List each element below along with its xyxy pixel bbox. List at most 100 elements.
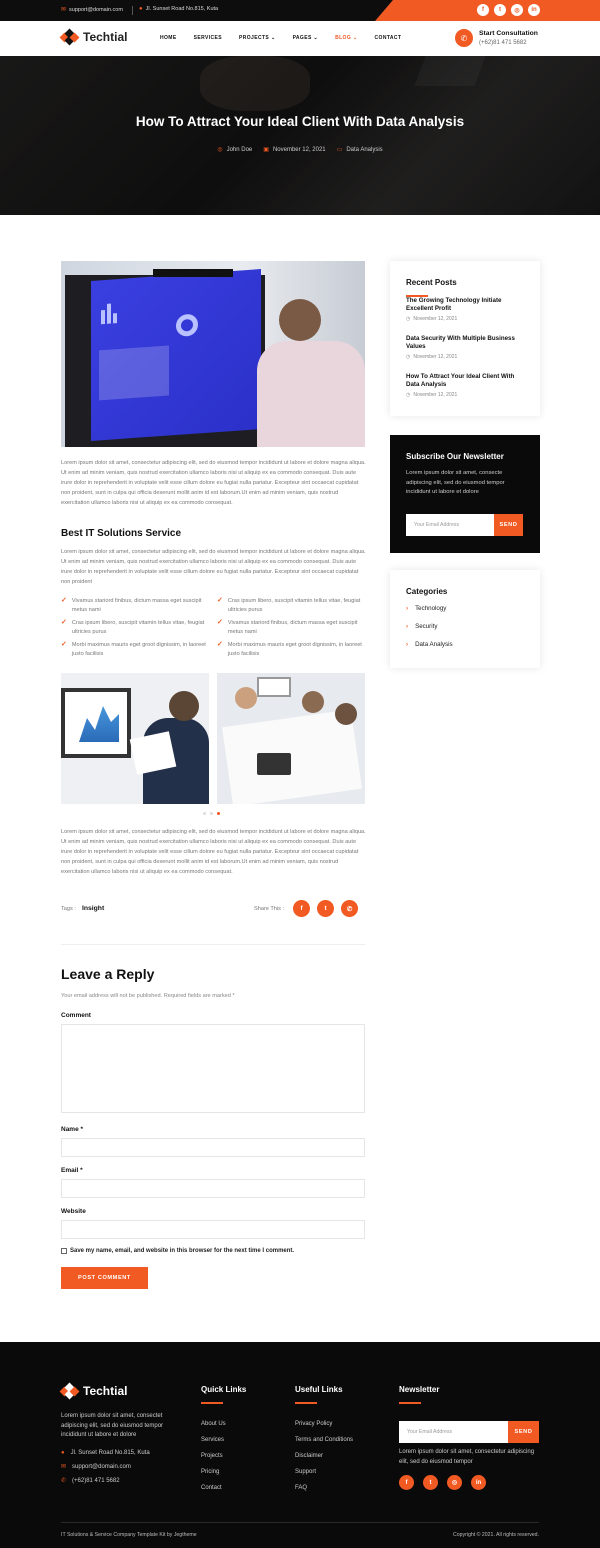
- footer-email[interactable]: ✉ support@domain.com: [61, 1463, 150, 1471]
- check-text: Cras ipsum libero, suscipit vitamin tell…: [227, 598, 361, 613]
- comment-textarea[interactable]: [61, 1024, 365, 1113]
- facebook-icon[interactable]: f: [477, 4, 489, 16]
- carousel-dot[interactable]: [210, 812, 213, 815]
- footer-link[interactable]: FAQ: [295, 1485, 353, 1491]
- top-bar: ✉ support@domain.com ● Jl. Sunset Road N…: [0, 0, 600, 21]
- post-comment-button[interactable]: POST COMMENT: [61, 1267, 148, 1289]
- gallery-image[interactable]: [217, 673, 365, 804]
- tag-link[interactable]: Insight: [82, 905, 104, 912]
- category-item[interactable]: › Technology: [406, 605, 453, 612]
- nav-projects[interactable]: PROJECTS ⌄: [239, 35, 276, 41]
- newsletter-email-input[interactable]: Your Email Address: [406, 514, 494, 536]
- footer-link[interactable]: Pricing: [201, 1469, 246, 1475]
- meta-category[interactable]: ▭ Data Analysis: [336, 146, 383, 154]
- footer-address: ● Jl. Sunset Road No.815, Kuta: [61, 1450, 150, 1456]
- category-item[interactable]: › Security: [406, 623, 453, 630]
- twitter-icon[interactable]: t: [423, 1475, 438, 1490]
- person-head: [279, 299, 321, 341]
- camera-bar: [153, 269, 233, 277]
- nav-blog[interactable]: BLOG ⌄: [335, 35, 357, 41]
- consultation-cta[interactable]: ✆ Start Consultation (+62)81 471 5682: [455, 29, 538, 47]
- footer-link[interactable]: Disclaimer: [295, 1453, 353, 1459]
- top-email[interactable]: ✉ support@domain.com: [61, 6, 123, 14]
- website-input[interactable]: [61, 1220, 365, 1239]
- screen-bar: [101, 309, 105, 325]
- facebook-icon[interactable]: f: [293, 900, 311, 917]
- instagram-icon[interactable]: ◎: [511, 4, 523, 16]
- share-bar: Share This : f t ✆: [254, 900, 359, 917]
- person-head: [235, 687, 257, 709]
- footer-link[interactable]: About Us: [201, 1421, 246, 1427]
- save-checkbox-label: Save my name, email, and website in this…: [70, 1248, 295, 1254]
- footer-link[interactable]: Services: [201, 1437, 246, 1443]
- whatsapp-icon[interactable]: ✆: [341, 900, 359, 917]
- user-icon: ◎: [217, 147, 223, 153]
- footer-email-input[interactable]: Your Email Address: [399, 1421, 508, 1443]
- page-hero: How To Attract Your Ideal Client With Da…: [0, 56, 600, 215]
- footer-link[interactable]: Projects: [201, 1453, 246, 1459]
- category-label: Technology: [415, 605, 447, 612]
- chevron-right-icon: ›: [406, 605, 409, 612]
- nav-contact[interactable]: CONTACT: [375, 35, 402, 41]
- nav-home[interactable]: HOME: [160, 35, 177, 41]
- article-paragraph: Lorem ipsum dolor sit amet, consectetur …: [61, 829, 366, 875]
- footer-link[interactable]: Privacy Policy: [295, 1421, 353, 1427]
- footer-phone[interactable]: ✆ (+62)81 471 5682: [61, 1477, 150, 1485]
- screen-bar: [113, 313, 117, 324]
- category-label: Security: [415, 623, 438, 630]
- footer-address-text: Jl. Sunset Road No.815, Kuta: [70, 1450, 150, 1456]
- widget-title: Categories: [406, 587, 448, 596]
- carousel-dot[interactable]: [203, 812, 206, 815]
- gallery-image[interactable]: [61, 673, 209, 804]
- recent-post[interactable]: How To Attract Your Ideal Client With Da…: [406, 373, 524, 398]
- top-email-text: support@domain.com: [69, 6, 123, 13]
- recent-post[interactable]: The Growing Technology Initiate Excellen…: [406, 297, 524, 322]
- folder-icon: ▭: [336, 147, 343, 153]
- monitor: [61, 688, 131, 758]
- newsletter-send-button[interactable]: SEND: [494, 514, 523, 536]
- person-head: [335, 703, 357, 725]
- name-input[interactable]: [61, 1138, 365, 1157]
- nav-pages[interactable]: PAGES ⌄: [293, 35, 319, 41]
- divider: [132, 6, 133, 15]
- check-icon: ✓: [217, 597, 223, 604]
- phone-icon: ✆: [61, 1478, 67, 1484]
- top-address: ● Jl. Sunset Road No.815, Kuta: [139, 6, 218, 12]
- instagram-icon[interactable]: ◎: [447, 1475, 462, 1490]
- footer: Techtial Lorem ipsum dolor sit amet, con…: [0, 1342, 600, 1548]
- recent-post[interactable]: Data Security With Multiple Business Val…: [406, 335, 524, 360]
- meta-author[interactable]: ◎ John Doe: [217, 146, 252, 154]
- email-input[interactable]: [61, 1179, 365, 1198]
- footer-link[interactable]: Contact: [201, 1485, 246, 1491]
- person-head: [169, 691, 199, 721]
- logo[interactable]: Techtial: [59, 28, 127, 46]
- footer-logo[interactable]: Techtial: [59, 1382, 127, 1400]
- footer-link[interactable]: Terms and Conditions: [295, 1437, 353, 1443]
- save-checkbox[interactable]: [61, 1248, 67, 1254]
- chevron-right-icon: ›: [406, 623, 409, 630]
- footer-link[interactable]: Support: [295, 1469, 353, 1475]
- nav-menu: HOME SERVICES PROJECTS ⌄ PAGES ⌄ BLOG ⌄ …: [160, 35, 418, 41]
- carousel-dot-active[interactable]: [217, 812, 220, 815]
- footer-column-title: Useful Links: [295, 1385, 343, 1394]
- twitter-icon[interactable]: t: [317, 900, 335, 917]
- footer-send-button[interactable]: SEND: [508, 1421, 539, 1443]
- check-text: Morbi maximus mauris eget groot dignissi…: [227, 642, 362, 657]
- check-icon: ✓: [217, 641, 223, 648]
- recent-post-date: ◷ November 12, 2021: [406, 392, 524, 398]
- nav-services[interactable]: SERVICES: [194, 35, 222, 41]
- meta-category-text: Data Analysis: [346, 146, 383, 153]
- chevron-down-icon: ⌄: [313, 35, 319, 41]
- twitter-icon[interactable]: t: [494, 4, 506, 16]
- linkedin-icon[interactable]: in: [528, 4, 540, 16]
- reply-note: Your email address will not be published…: [61, 993, 235, 999]
- category-item[interactable]: › Data Analysis: [406, 641, 453, 648]
- quick-links: Quick Links About Us Services Projects P…: [201, 1385, 246, 1491]
- check-icon: ✓: [61, 641, 67, 648]
- facebook-icon[interactable]: f: [399, 1475, 414, 1490]
- title-underline: [399, 1402, 421, 1404]
- post-tags: Tags : Insight: [61, 905, 104, 912]
- linkedin-icon[interactable]: in: [471, 1475, 486, 1490]
- mail-icon: ✉: [61, 7, 67, 13]
- person-body: [257, 341, 365, 447]
